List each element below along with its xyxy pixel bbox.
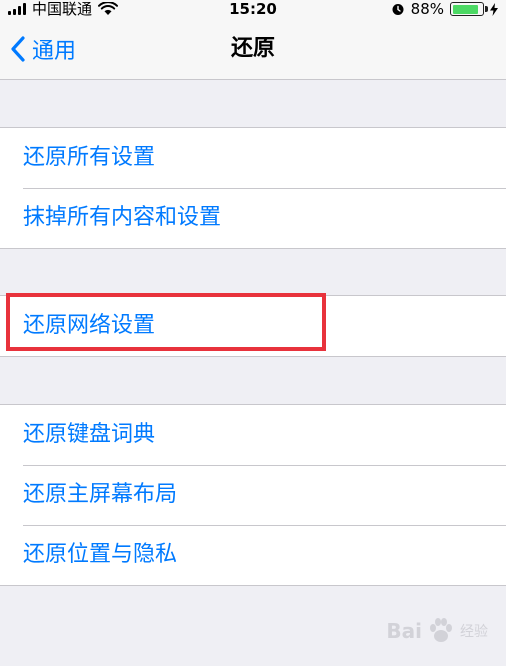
watermark-text: Bai — [386, 619, 422, 643]
settings-group-misc: 还原键盘词典 还原主屏幕布局 还原位置与隐私 — [0, 404, 506, 586]
reset-location-privacy-cell[interactable]: 还原位置与隐私 — [0, 525, 506, 585]
battery-percent: 88% — [410, 0, 444, 18]
battery-fill — [452, 4, 478, 14]
status-bar: 中国联通 15:20 88% — [0, 0, 506, 18]
paw-icon — [430, 618, 452, 642]
reset-all-settings-cell[interactable]: 还原所有设置 — [0, 128, 506, 188]
battery-icon — [450, 2, 488, 16]
nav-bar: 通用 还原 — [0, 18, 506, 80]
watermark: Bai 经验 — [386, 616, 488, 646]
reset-network-settings-cell[interactable]: 还原网络设置 — [0, 296, 506, 356]
watermark-sub: 经验 — [460, 624, 488, 640]
settings-group-reset: 还原所有设置 抹掉所有内容和设置 — [0, 127, 506, 249]
settings-group-network: 还原网络设置 — [0, 295, 506, 357]
erase-all-content-cell[interactable]: 抹掉所有内容和设置 — [0, 188, 506, 248]
charging-icon — [490, 2, 498, 16]
alarm-icon — [392, 4, 404, 15]
reset-keyboard-dictionary-cell[interactable]: 还原键盘词典 — [0, 405, 506, 465]
page-title: 还原 — [230, 36, 275, 61]
reset-home-screen-layout-cell[interactable]: 还原主屏幕布局 — [0, 465, 506, 525]
status-right: 88% — [391, 0, 498, 18]
